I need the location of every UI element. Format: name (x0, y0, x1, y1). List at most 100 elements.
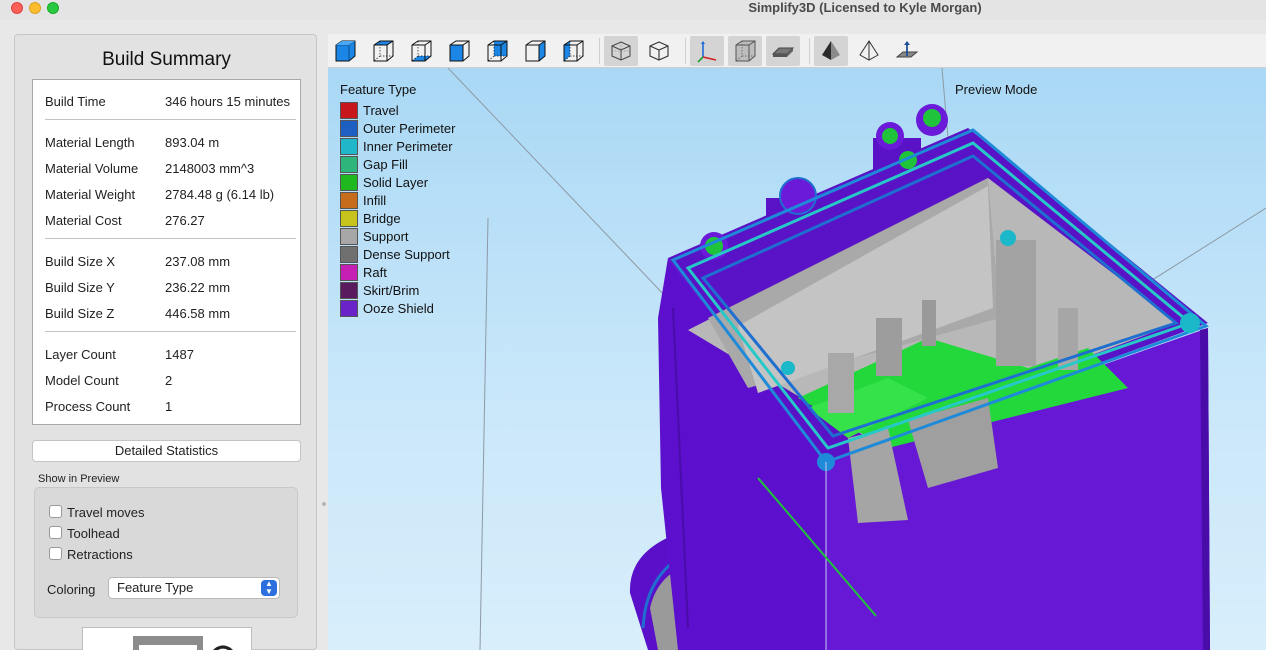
preview-mode-label: Preview Mode (955, 82, 1038, 97)
section-arrow-icon (895, 41, 919, 58)
axes-toggle-button[interactable] (690, 36, 724, 66)
retractions-label: Retractions (67, 547, 133, 562)
summary-divider (45, 331, 296, 332)
build-summary-title: Build Summary (102, 49, 231, 70)
legend-label: Dense Support (363, 247, 450, 262)
coloring-select[interactable]: Feature Type ▲ ▼ (108, 577, 280, 599)
axes-icon (697, 41, 717, 63)
legend-label: Inner Perimeter (363, 139, 453, 154)
wireframe-mode-button[interactable] (852, 36, 886, 66)
view-bottom-button[interactable] (404, 36, 438, 66)
orthographic-toggle-button[interactable] (642, 36, 676, 66)
summary-value: 237.08 mm (165, 254, 231, 269)
legend-label: Bridge (363, 211, 401, 226)
view-right-button[interactable] (556, 36, 590, 66)
legend-label: Raft (363, 265, 387, 280)
build-summary-box: Build Time 346 hours 15 minutes Material … (32, 79, 301, 425)
summary-label: Build Size Y (45, 280, 115, 295)
show-in-preview-group: Travel moves Toolhead Retractions Colori… (34, 487, 298, 618)
minimize-window-button[interactable] (29, 2, 41, 14)
build-volume-toggle-button[interactable] (728, 36, 762, 66)
retractions-checkbox[interactable] (49, 547, 62, 560)
coloring-select-value: Feature Type (117, 580, 194, 595)
cube-right-icon (563, 40, 584, 62)
legend-swatch (340, 300, 358, 317)
summary-label: Material Weight (45, 187, 136, 202)
build-summary-panel: Build Summary Build Time 346 hours 15 min… (14, 34, 317, 650)
summary-label: Material Cost (45, 213, 122, 228)
summary-label: Layer Count (45, 347, 116, 362)
toolbar-separator (599, 38, 600, 64)
summary-value: 2784.48 g (6.14 lb) (165, 187, 275, 202)
summary-value: 446.58 mm (165, 306, 231, 321)
legend-swatch (340, 174, 358, 191)
legend-swatch (340, 246, 358, 263)
title-bar: Simplify3D (Licensed to Kyle Morgan) (0, 0, 1266, 20)
shaded-mode-button[interactable] (814, 36, 848, 66)
summary-value: 893.04 m (165, 135, 220, 150)
cube-iso-icon (335, 40, 356, 62)
show-in-preview-label: Show in Preview (38, 473, 120, 485)
summary-label: Material Volume (45, 161, 139, 176)
cube-left-icon (525, 40, 546, 62)
summary-label: Process Count (45, 399, 131, 414)
summary-value: 346 hours 15 minutes (165, 94, 291, 109)
legend-label: Support (363, 229, 409, 244)
toolhead-label: Toolhead (67, 526, 120, 541)
view-left-button[interactable] (518, 36, 552, 66)
summary-label: Build Time (45, 94, 106, 109)
perspective-toggle-button[interactable] (604, 36, 638, 66)
summary-value: 236.22 mm (165, 280, 231, 295)
legend-label: Travel (363, 103, 399, 118)
cube-top-icon (373, 40, 394, 62)
bed-icon (771, 47, 795, 57)
legend-label: Outer Perimeter (363, 121, 456, 136)
view-iso-button[interactable] (328, 36, 362, 66)
panel-splitter-handle[interactable] (322, 502, 326, 506)
summary-value: 2 (165, 373, 173, 388)
view-front-button[interactable] (442, 36, 476, 66)
printer-preview-thumbnail (82, 627, 252, 650)
legend-label: Infill (363, 193, 387, 208)
ortho-cube-icon (649, 41, 669, 61)
summary-label: Build Size X (45, 254, 116, 269)
summary-label: Model Count (45, 373, 119, 388)
legend-label: Ooze Shield (363, 301, 434, 316)
legend-swatch (340, 282, 358, 299)
toolpath-preview-render[interactable] (328, 68, 1266, 650)
toolbar-separator (685, 38, 686, 64)
bed-toggle-button[interactable] (766, 36, 800, 66)
window-title: Simplify3D (Licensed to Kyle Morgan) (748, 0, 982, 15)
3d-preview-viewport[interactable]: Feature Type Travel Outer Perimeter Inner … (328, 68, 1266, 650)
view-top-button[interactable] (366, 36, 400, 66)
view-back-button[interactable] (480, 36, 514, 66)
legend-swatch (340, 120, 358, 137)
coloring-label: Coloring (47, 582, 96, 597)
travel-moves-checkbox[interactable] (49, 505, 62, 518)
cube-front-icon (449, 40, 470, 62)
summary-divider (45, 238, 296, 239)
legend-swatch (340, 156, 358, 173)
zoom-window-button[interactable] (47, 2, 59, 14)
legend-swatch (340, 138, 358, 155)
wire-pyramid-icon (859, 40, 879, 61)
legend-swatch (340, 264, 358, 281)
cube-back-icon (487, 40, 508, 62)
view-toolbar (328, 34, 1266, 68)
cube-bottom-icon (411, 40, 432, 62)
travel-moves-label: Travel moves (67, 505, 145, 520)
feature-type-legend-title: Feature Type (340, 82, 417, 97)
close-window-button[interactable] (11, 2, 23, 14)
cross-section-button[interactable] (890, 36, 924, 66)
legend-swatch (340, 210, 358, 227)
printer-thumbnail-icon (133, 636, 233, 650)
summary-value: 1 (165, 399, 173, 414)
legend-swatch (340, 192, 358, 209)
shaded-pyramid-icon (822, 41, 840, 60)
toolhead-checkbox[interactable] (49, 526, 62, 539)
legend-label: Gap Fill (363, 157, 408, 172)
select-arrows-icon: ▲ ▼ (261, 580, 277, 596)
legend-swatch (340, 228, 358, 245)
detailed-statistics-button[interactable]: Detailed Statistics (32, 440, 301, 462)
summary-value: 1487 (165, 347, 194, 362)
